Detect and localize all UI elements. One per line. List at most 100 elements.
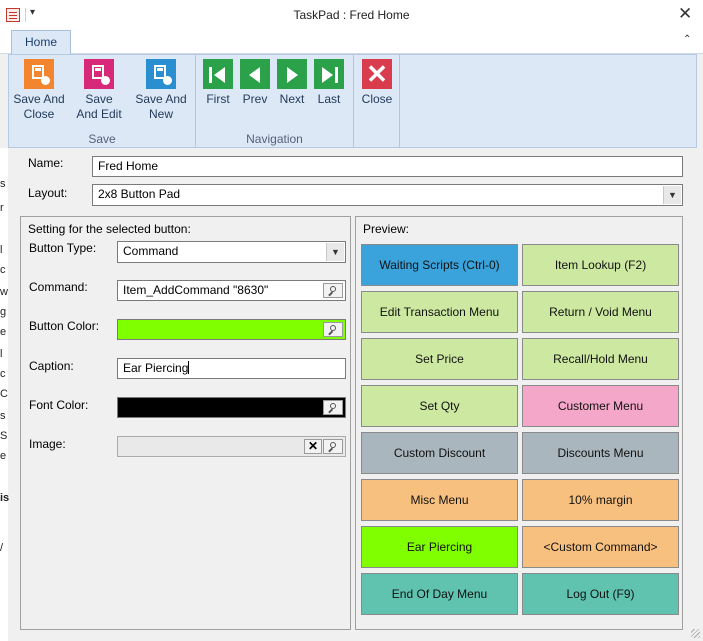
settings-panel: Setting for the selected button: [20,216,351,630]
save-group-label: Save [88,132,116,146]
pad-button-caption: Ear Piercing [406,540,473,554]
pad-button-caption: Set Qty [419,399,460,413]
pad-button[interactable]: Return / Void Menu [522,291,679,333]
last-button[interactable]: Last [312,59,346,107]
layout-label: Layout: [28,186,68,200]
pad-button[interactable]: Ear Piercing [361,526,518,568]
close-icon: ✕ [362,59,392,89]
command-search-icon[interactable] [323,283,343,298]
first-button[interactable]: First [201,59,235,107]
layout-select-value: 2x8 Button Pad [98,187,181,201]
prev-icon [240,59,270,89]
pad-button-caption: Custom Discount [393,446,486,460]
bg-text: is [0,492,10,504]
bg-text: s [0,178,6,190]
save-and-new-label: Save And New [135,92,187,121]
bg-text: e [0,326,7,338]
save-close-icon [24,59,54,89]
pad-button-caption: Customer Menu [557,399,644,413]
save-and-edit-button[interactable]: Save And Edit [71,59,127,122]
button-type-select[interactable]: Command ▼ [117,241,346,263]
font-color-field[interactable] [117,397,346,418]
chevron-down-icon[interactable]: ▼ [326,243,344,261]
image-field[interactable]: ✕ [117,436,346,457]
preview-panel-title: Preview: [363,222,410,236]
bg-text: / [0,542,4,554]
prev-label: Prev [242,92,268,106]
last-label: Last [317,92,341,106]
pad-button[interactable]: Set Qty [361,385,518,427]
name-input[interactable]: Fred Home [92,156,683,177]
ribbon-tab-row: Home ⌃ [0,30,703,55]
pad-button[interactable]: Custom Discount [361,432,518,474]
pad-button-caption: <Custom Command> [543,540,658,554]
next-button[interactable]: Next [275,59,309,107]
settings-panel-title: Setting for the selected button: [28,222,191,236]
title-bar: ▾ TaskPad : Fred Home ✕ [0,0,703,30]
close-button[interactable]: ✕ Close [359,59,395,107]
pad-button[interactable]: <Custom Command> [522,526,679,568]
tab-home[interactable]: Home [11,30,71,55]
pad-button[interactable]: Waiting Scripts (Ctrl-0) [361,244,518,286]
pad-button[interactable]: End Of Day Menu [361,573,518,615]
caption-value: Ear Piercing [123,361,189,375]
text-cursor [188,361,190,374]
next-icon [277,59,307,89]
layout-select[interactable]: 2x8 Button Pad ▼ [92,184,683,206]
pad-button-caption: Discounts Menu [557,446,644,460]
pad-button[interactable]: 10% margin [522,479,679,521]
command-label: Command: [29,280,88,294]
chevron-down-icon[interactable]: ▼ [663,186,681,204]
pad-button-caption: 10% margin [568,493,633,507]
save-and-new-button[interactable]: Save And New [131,59,191,122]
pad-button[interactable]: Set Price [361,338,518,380]
clear-image-icon[interactable]: ✕ [304,439,322,454]
pad-button-caption: Waiting Scripts (Ctrl-0) [379,258,500,272]
pad-button[interactable]: Discounts Menu [522,432,679,474]
command-input[interactable]: Item_AddCommand "8630" [117,280,346,301]
close-group: ✕ Close [354,55,400,148]
image-picker-icon[interactable] [323,439,343,454]
close-label: Close [361,92,393,106]
pad-button-caption: Set Price [415,352,464,366]
last-icon [314,59,344,89]
bg-text: c [0,368,6,380]
navigation-group: First Prev Next Last Navigation [196,55,354,148]
pad-button-caption: Recall/Hold Menu [553,352,648,366]
button-color-picker-icon[interactable] [323,322,343,337]
navigation-group-label: Navigation [246,132,303,146]
pad-button[interactable]: Customer Menu [522,385,679,427]
bg-text: l [0,348,3,360]
font-color-picker-icon[interactable] [323,400,343,415]
command-value: Item_AddCommand "8630" [123,283,269,297]
caption-input[interactable]: Ear Piercing [117,358,346,379]
pad-button-caption: Log Out (F9) [566,587,635,601]
pad-button[interactable]: Recall/Hold Menu [522,338,679,380]
button-color-field[interactable] [117,319,346,340]
font-color-label: Font Color: [29,398,89,412]
bg-text: C [0,388,8,400]
window-close-icon[interactable]: ✕ [678,4,692,24]
pad-button[interactable]: Edit Transaction Menu [361,291,518,333]
pad-button-caption: Misc Menu [410,493,469,507]
bg-text: r [0,202,4,214]
prev-button[interactable]: Prev [238,59,272,107]
pad-button[interactable]: Log Out (F9) [522,573,679,615]
save-and-edit-label: Save And Edit [76,92,122,121]
save-edit-icon [84,59,114,89]
button-type-label: Button Type: [29,241,97,255]
pad-button[interactable]: Misc Menu [361,479,518,521]
collapse-ribbon-icon[interactable]: ⌃ [683,34,691,45]
pad-button-caption: End Of Day Menu [391,587,488,601]
save-and-close-label: Save And Close [13,92,65,121]
image-label: Image: [29,437,66,451]
caption-label: Caption: [29,359,74,373]
name-label: Name: [28,156,64,170]
resize-grip[interactable] [691,629,700,638]
pad-button-caption: Return / Void Menu [549,305,652,319]
save-and-close-button[interactable]: Save And Close [11,59,67,122]
pad-button[interactable]: Item Lookup (F2) [522,244,679,286]
bg-text: w [0,286,8,298]
bg-text: c [0,264,6,276]
window-title: TaskPad : Fred Home [293,8,410,22]
